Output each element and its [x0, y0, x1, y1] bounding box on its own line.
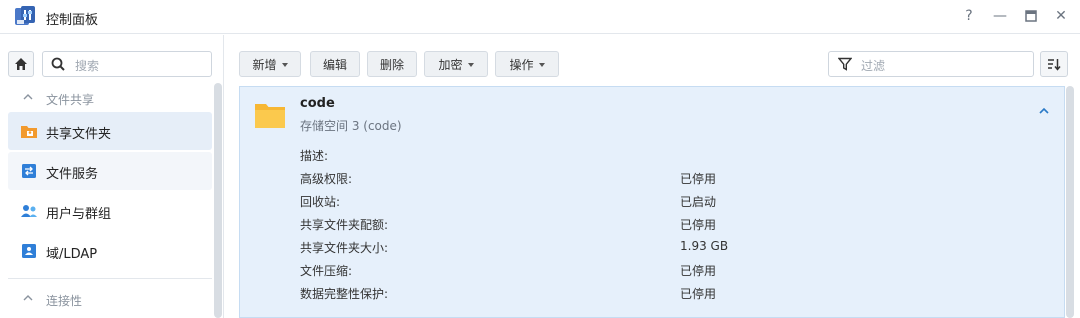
sidebar-item-label: 文件服务 — [46, 167, 99, 182]
prop-size-label: 共享文件夹大小: — [300, 241, 389, 255]
chevron-up-icon — [23, 94, 33, 100]
shared-folder-icon — [21, 126, 37, 138]
help-button[interactable]: ? — [958, 6, 980, 26]
prop-recycle-bin-value: 已启动 — [680, 195, 717, 209]
search-icon — [51, 57, 65, 71]
prop-advanced-permissions-label: 高级权限: — [300, 172, 353, 186]
sidebar-divider — [8, 278, 212, 279]
search-placeholder: 搜索 — [75, 59, 100, 73]
delete-button[interactable]: 删除 — [367, 51, 417, 77]
user-group-icon — [21, 205, 37, 217]
filter-icon — [838, 57, 852, 71]
prop-compression-value: 已停用 — [680, 264, 717, 278]
prop-quota-label: 共享文件夹配额: — [300, 218, 389, 232]
minimize-button[interactable]: — — [989, 6, 1011, 26]
close-button[interactable]: ✕ — [1050, 6, 1072, 26]
group-label: 文件共享 — [46, 93, 95, 107]
shared-folder-location: 存储空间 3 (code) — [300, 119, 402, 133]
toolbar: 新增 编辑 删除 加密 操作 过滤 — [225, 35, 1080, 85]
encrypt-label: 加密 — [438, 57, 463, 72]
window-title: 控制面板 — [46, 13, 99, 28]
control-panel-icon — [15, 6, 35, 25]
group-label: 连接性 — [46, 294, 83, 308]
shared-folder-row[interactable]: code 存储空间 3 (code) 描述: 高级权限: 已停用 回收站: 已启… — [239, 86, 1065, 318]
prop-recycle-bin-label: 回收站: — [300, 195, 341, 209]
prop-description-label: 描述: — [300, 149, 329, 163]
prop-quota-value: 已停用 — [680, 218, 717, 232]
prop-compression-label: 文件压缩: — [300, 264, 353, 278]
sidebar: 搜索 文件共享 共享文件夹 文件服务 用户与群组 域/LDAP 连接性 — [0, 35, 224, 318]
filter-placeholder: 过滤 — [861, 59, 886, 73]
delete-label: 删除 — [379, 57, 404, 72]
sidebar-item-label: 用户与群组 — [46, 207, 112, 222]
sidebar-item-shared-folder[interactable]: 共享文件夹 — [8, 112, 212, 150]
encrypt-button[interactable]: 加密 — [424, 51, 488, 77]
sort-button[interactable] — [1040, 51, 1068, 77]
create-label: 新增 — [252, 57, 277, 72]
home-button[interactable] — [8, 51, 34, 77]
group-connectivity[interactable]: 连接性 — [0, 288, 212, 312]
chevron-up-icon[interactable] — [1038, 105, 1050, 117]
create-button[interactable]: 新增 — [239, 51, 301, 77]
edit-label: 编辑 — [322, 57, 347, 72]
sidebar-item-file-services[interactable]: 文件服务 — [8, 152, 212, 190]
title-bar: 控制面板 ? — ✕ — [0, 0, 1080, 34]
caret-down-icon — [538, 62, 545, 67]
shared-folder-name: code — [300, 96, 335, 111]
prop-integrity-label: 数据完整性保护: — [300, 287, 389, 301]
sidebar-item-domain-ldap[interactable]: 域/LDAP — [8, 232, 212, 270]
prop-integrity-value: 已停用 — [680, 287, 717, 301]
search-input[interactable]: 搜索 — [42, 51, 212, 77]
action-button[interactable]: 操作 — [495, 51, 559, 77]
maximize-button[interactable] — [1020, 6, 1042, 26]
sidebar-item-user-group[interactable]: 用户与群组 — [8, 192, 212, 230]
group-file-sharing[interactable]: 文件共享 — [0, 87, 212, 111]
filter-input[interactable]: 过滤 — [828, 51, 1034, 77]
file-services-icon — [22, 164, 36, 178]
sort-icon — [1048, 59, 1061, 71]
prop-size-value: 1.93 GB — [680, 239, 729, 253]
sidebar-scrollbar[interactable] — [214, 83, 222, 318]
edit-button[interactable]: 编辑 — [310, 51, 360, 77]
sidebar-item-label: 共享文件夹 — [46, 127, 112, 142]
domain-ldap-icon — [22, 244, 36, 258]
caret-down-icon — [467, 62, 474, 67]
home-icon — [15, 58, 27, 70]
caret-down-icon — [281, 62, 288, 67]
folder-icon — [255, 104, 285, 128]
action-label: 操作 — [509, 57, 534, 72]
sidebar-item-label: 域/LDAP — [46, 247, 98, 262]
prop-advanced-permissions-value: 已停用 — [680, 172, 717, 186]
content-scrollbar[interactable] — [1066, 86, 1074, 318]
chevron-up-icon — [23, 295, 33, 301]
